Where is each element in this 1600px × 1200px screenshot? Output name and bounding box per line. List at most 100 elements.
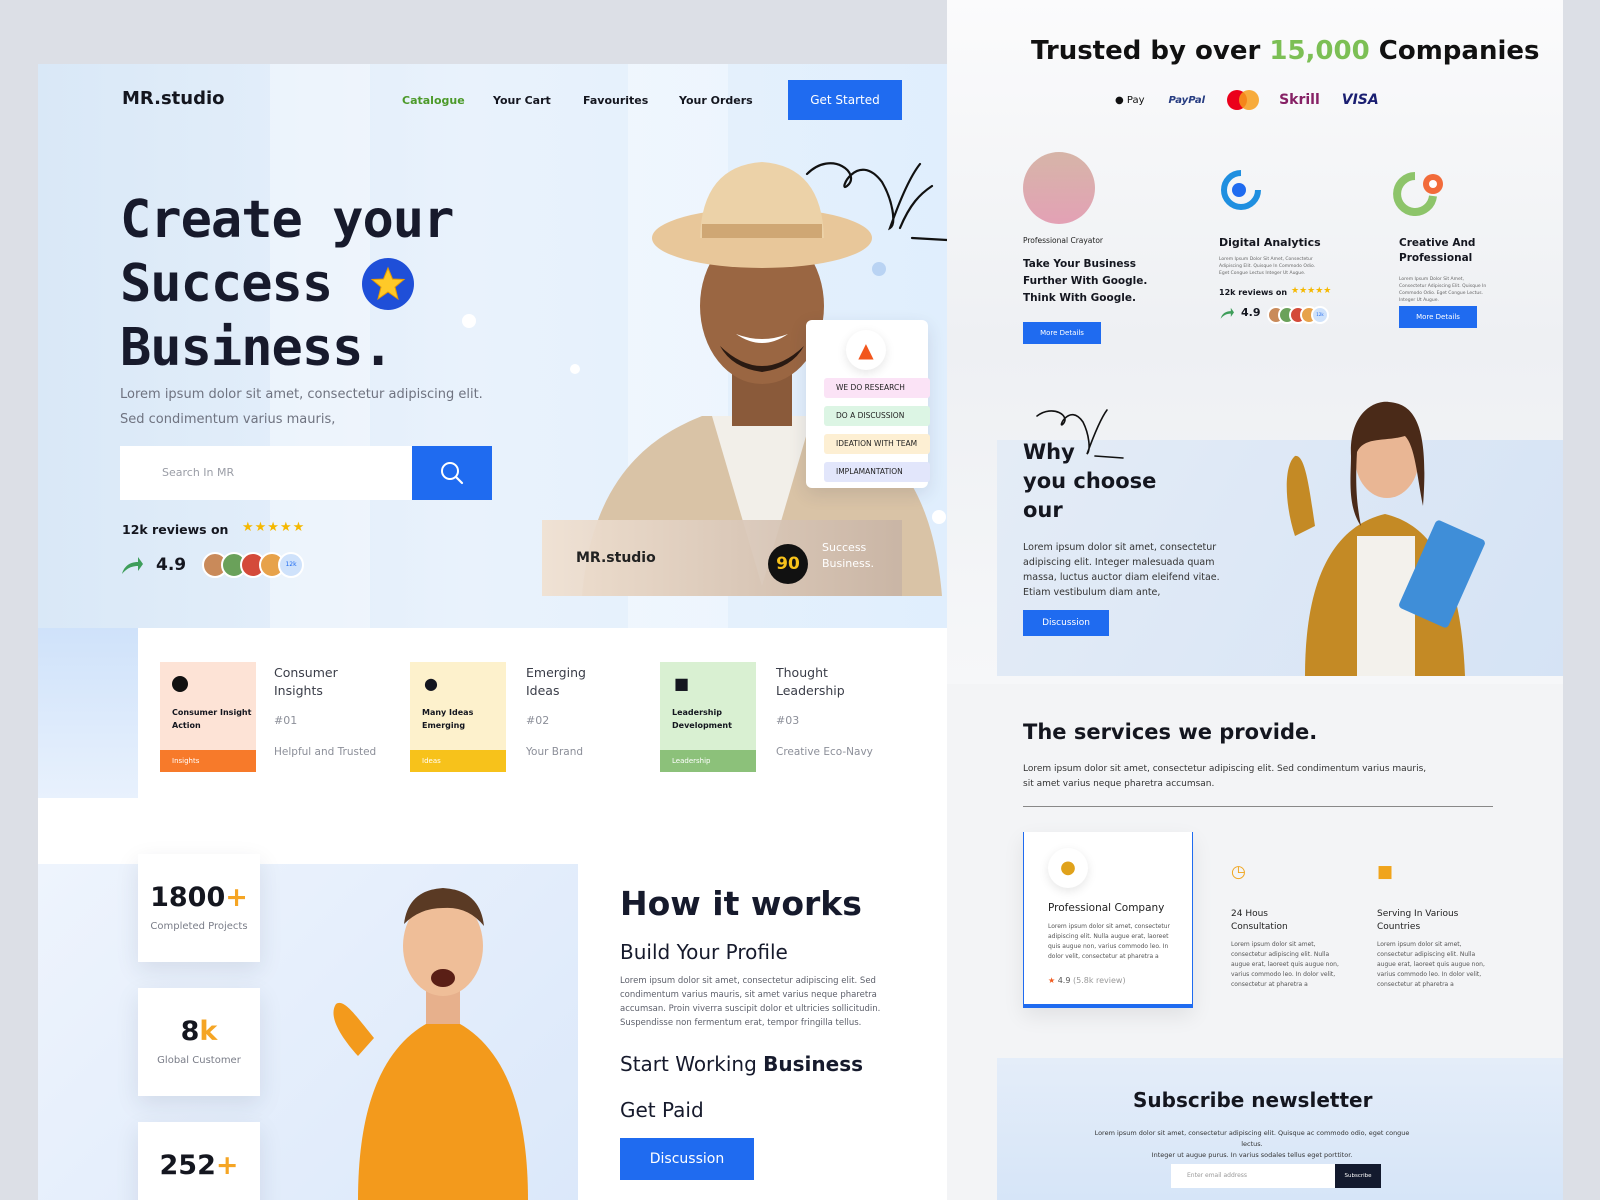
- search-input[interactable]: Search In MR: [120, 446, 412, 500]
- feature-card-leadership[interactable]: ■ Leadership Development Leadership: [660, 662, 756, 772]
- box-icon: ■: [1377, 862, 1394, 882]
- professional-avatar: [1023, 152, 1095, 224]
- partner-title: Creative And Professional: [1399, 237, 1476, 264]
- avatar-count-badge: 12k: [1311, 306, 1329, 324]
- service-card-professional[interactable]: ● Professional Company Lorem ipsum dolor…: [1023, 832, 1193, 1008]
- how-step-3: Get Paid: [620, 1098, 704, 1122]
- service-title-line: Countries: [1377, 922, 1421, 932]
- rating-stars-icon: ★★★★★: [242, 520, 306, 535]
- how-discussion-button[interactable]: Discussion: [620, 1138, 754, 1180]
- stat-global-customer: 8k Global Customer: [138, 988, 260, 1096]
- why-heading: Why you choose our: [1023, 438, 1156, 525]
- service-title-line: Serving In Various: [1377, 909, 1459, 919]
- newsletter-text: Lorem ipsum dolor sit amet, consectetur …: [1087, 1128, 1417, 1161]
- newsletter-text-line: Lorem ipsum dolor sit amet, consectetur …: [1094, 1129, 1410, 1148]
- service-text: Lorem ipsum dolor sit amet, consectetur …: [1377, 941, 1485, 988]
- stat-third: 252+: [138, 1122, 260, 1200]
- brand-logo[interactable]: MR.studio: [122, 88, 225, 109]
- why-discussion-button[interactable]: Discussion: [1023, 610, 1109, 636]
- stat-suffix: +: [215, 1150, 239, 1181]
- nav-favourites[interactable]: Favourites: [583, 94, 648, 107]
- feature-number: #02: [526, 714, 550, 727]
- apple-pay-logo: ● Pay: [1115, 94, 1145, 106]
- more-details-button[interactable]: More Details: [1399, 306, 1477, 328]
- how-step-2: Start Working Business: [620, 1052, 863, 1076]
- nav-your-orders[interactable]: Your Orders: [679, 94, 753, 107]
- partner-title: Take Your Business Further With Google. …: [1023, 258, 1148, 304]
- feature-title: Consumer Insights: [274, 664, 338, 700]
- service-title: Serving In Various Countries: [1377, 908, 1458, 934]
- subscribe-button[interactable]: Subscribe: [1335, 1164, 1381, 1188]
- how-step-2-lead: Start Working: [620, 1052, 757, 1076]
- reviews-label: 12k reviews on: [122, 522, 229, 537]
- fire-icon: ▲: [846, 330, 886, 370]
- smiling-woman-image: [1286, 401, 1485, 676]
- feature-tag: Ideas: [410, 750, 506, 772]
- feature-title-line: Insights: [274, 683, 323, 698]
- brand-caption-card: MR.studio 90 Success Business.: [542, 520, 902, 596]
- how-step-1: Build Your Profile: [620, 940, 788, 964]
- visa-logo: VISA: [1341, 92, 1379, 108]
- feature-tag: Leadership: [660, 750, 756, 772]
- feature-title: Emerging Ideas: [526, 664, 586, 700]
- feature-card-title: Leadership Development: [672, 708, 732, 730]
- nav-your-cart[interactable]: Your Cart: [493, 94, 551, 107]
- process-step: IDEATION WITH TEAM: [824, 434, 930, 454]
- stat-number: 1800+: [138, 882, 260, 913]
- services-divider: [1023, 806, 1493, 807]
- decor-dot: [570, 364, 580, 374]
- decor-dot: [462, 314, 476, 328]
- feature-card-title: Many Ideas Emerging: [422, 708, 474, 730]
- service-title-line: 24 Hous: [1231, 909, 1268, 919]
- feature-subtitle: Creative Eco-Navy: [776, 746, 873, 758]
- partner-avatars: 12k: [1267, 306, 1329, 324]
- service-title-line: Consultation: [1231, 922, 1288, 932]
- email-input[interactable]: Enter email address: [1171, 1164, 1335, 1188]
- feature-card-ideas[interactable]: ● Many Ideas Emerging Ideas: [410, 662, 506, 772]
- arrow-up-right-icon: [1220, 307, 1234, 319]
- service-title: Professional Company: [1048, 902, 1165, 914]
- process-step: IMPLAMANTATION: [824, 462, 930, 482]
- feature-subtitle: Your Brand: [526, 746, 584, 758]
- stat-label: Global Customer: [157, 1055, 241, 1066]
- scribble-decoration: [805, 162, 949, 242]
- lightbulb-icon: ●: [424, 674, 438, 693]
- feature-title-line: Thought: [776, 665, 828, 680]
- why-heading-line: our: [1023, 498, 1063, 522]
- feature-number: #03: [776, 714, 800, 727]
- trusted-heading: Trusted by over 15,000 Companies: [1031, 36, 1540, 66]
- nav-catalogue[interactable]: Catalogue: [402, 94, 465, 107]
- partner-reviews-label: 12k reviews on: [1219, 288, 1288, 297]
- service-text: Lorem ipsum dolor sit amet, consectetur …: [1231, 941, 1339, 988]
- feature-title-line: Emerging: [526, 665, 586, 680]
- more-details-button[interactable]: More Details: [1023, 322, 1101, 344]
- rating-value: 4.9: [156, 555, 187, 575]
- services-text: Lorem ipsum dolor sit amet, consectetur …: [1023, 762, 1426, 792]
- caption-line: Business.: [822, 557, 875, 570]
- stat-number: 8k: [138, 1016, 260, 1047]
- partner-text: Lorem Ipsum Dolor Sit Amet, Consectetur …: [1219, 257, 1316, 276]
- feature-card-insights[interactable]: Consumer Insight Action Insights: [160, 662, 256, 772]
- why-heading-line: you choose: [1023, 469, 1157, 493]
- how-it-works-title: How it works: [620, 884, 862, 923]
- award-icon: ●: [1048, 848, 1088, 888]
- get-started-button[interactable]: Get Started: [788, 80, 902, 120]
- headline-line-2: Success: [120, 254, 333, 314]
- feature-title: Thought Leadership: [776, 664, 845, 700]
- search-bar: Search In MR: [120, 446, 492, 500]
- service-text: Lorem ipsum dolor sit amet, consectetur …: [1048, 923, 1171, 960]
- service-rating-value: 4.9: [1057, 976, 1071, 985]
- services-text-line: Lorem ipsum dolor sit amet, consectetur …: [1023, 764, 1427, 774]
- partner-rating-value: 4.9: [1241, 306, 1261, 319]
- stat-number: 252+: [138, 1150, 260, 1181]
- landing-page-left: MR.studio Catalogue Your Cart Favourites…: [38, 64, 996, 1200]
- stat-value: 8: [180, 1016, 200, 1047]
- feature-title-line: Ideas: [526, 683, 560, 698]
- stat-suffix: +: [225, 882, 248, 913]
- stat-value: 1800: [150, 882, 226, 913]
- why-heading-line: Why: [1023, 440, 1075, 464]
- trusted-suffix: Companies: [1378, 36, 1540, 66]
- stat-label: Completed Projects: [150, 921, 248, 932]
- caption-line: Success: [822, 541, 867, 554]
- search-button[interactable]: [412, 446, 492, 500]
